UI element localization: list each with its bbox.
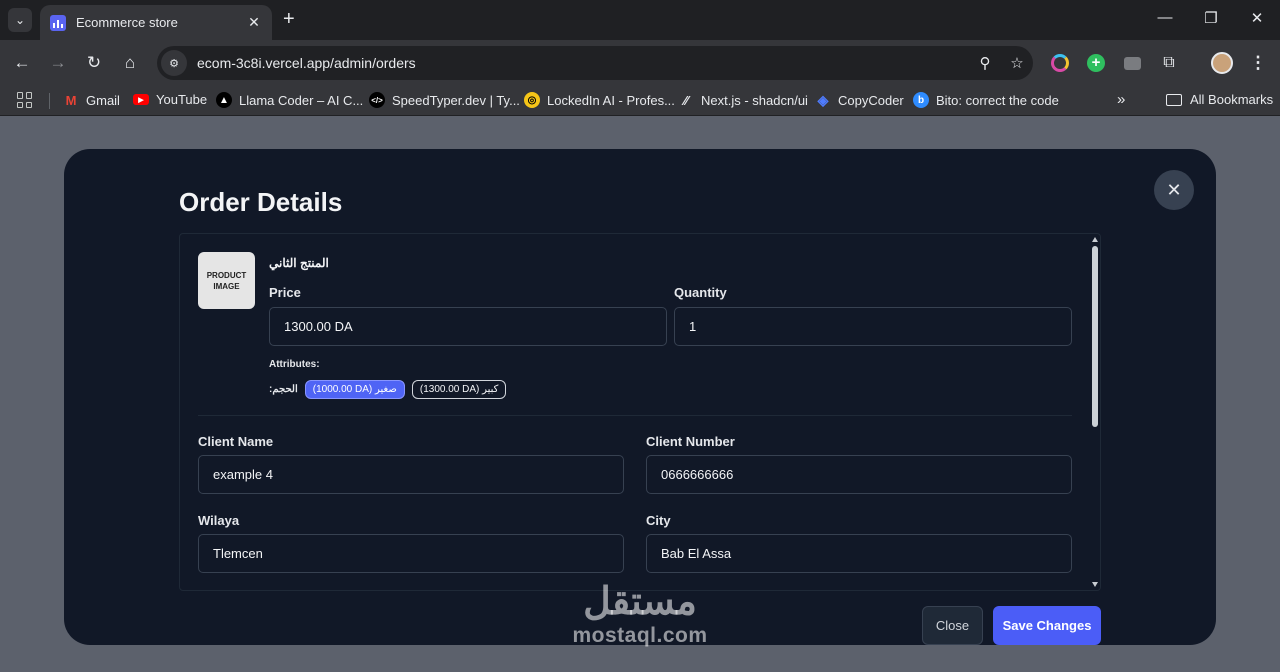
modal-close-icon[interactable]: ✕ — [1154, 170, 1194, 210]
client-name-label: Client Name — [198, 434, 274, 449]
address-bar[interactable]: ⚙ ecom-3c8i.vercel.app/admin/orders ⚲ ☆ — [157, 46, 1033, 80]
order-scroll-panel[interactable]: PRODUCT IMAGE المنتج الثاني Price 1300.0… — [179, 233, 1101, 591]
bookmark-speedtyper[interactable]: </> SpeedTyper.dev | Ty... — [369, 92, 520, 108]
scroll-down-arrow-icon[interactable] — [1092, 582, 1098, 587]
store-favicon-icon — [50, 14, 66, 31]
llama-icon: ▲ — [216, 92, 232, 108]
bookmark-star-icon[interactable]: ☆ — [1001, 54, 1033, 72]
extensions-puzzle-icon[interactable]: ⧉ — [1160, 54, 1178, 72]
scroll-up-arrow-icon[interactable] — [1092, 237, 1098, 242]
product-image-placeholder: PRODUCT IMAGE — [198, 252, 255, 309]
quantity-label: Quantity — [674, 285, 727, 300]
minimize-icon[interactable]: — — [1155, 9, 1175, 26]
shadcn-icon: ⁄⁄ — [683, 92, 689, 108]
url-text[interactable]: ecom-3c8i.vercel.app/admin/orders — [197, 55, 969, 71]
menu-kebab-icon[interactable]: ⋮ — [1248, 53, 1268, 73]
bookmark-llama-coder[interactable]: ▲ Llama Coder – AI C... — [216, 92, 363, 108]
product-name: المنتج الثاني — [269, 256, 329, 270]
more-bookmarks-chevron-icon[interactable]: » — [1117, 91, 1125, 108]
client-number-label: Client Number — [646, 434, 735, 449]
tab-title: Ecommerce store — [76, 15, 178, 30]
lockedin-icon: ◎ — [524, 92, 540, 108]
city-input[interactable]: Bab El Assa — [646, 534, 1072, 573]
site-info-icon[interactable]: ⚙ — [161, 50, 187, 76]
price-label: Price — [269, 285, 301, 300]
back-arrow-icon[interactable]: ← — [12, 53, 32, 73]
restore-icon[interactable]: ❐ — [1201, 9, 1221, 27]
tab-close-icon[interactable]: ✕ — [246, 14, 262, 31]
section-divider — [198, 415, 1072, 416]
zoom-search-icon[interactable]: ⚲ — [969, 54, 1001, 72]
scrollbar-thumb[interactable] — [1092, 246, 1098, 427]
forward-arrow-icon[interactable]: → — [48, 53, 68, 73]
youtube-icon: ▶ — [133, 94, 149, 105]
bookmark-youtube[interactable]: ▶ YouTube — [133, 92, 207, 107]
copycoder-icon: ◈ — [817, 91, 829, 108]
city-label: City — [646, 513, 671, 528]
attribute-option-large[interactable]: (1300.00 DA) كبير — [411, 380, 507, 399]
client-name-input[interactable]: example 4 — [198, 455, 624, 494]
browser-toolbar: ← → ↻ ⌂ ⚙ ecom-3c8i.vercel.app/admin/ord… — [0, 40, 1280, 86]
modal-title: Order Details — [179, 187, 343, 217]
camera-extension-icon[interactable] — [1124, 57, 1141, 70]
new-tab-plus-icon[interactable]: + — [283, 9, 295, 29]
home-icon[interactable]: ⌂ — [120, 53, 140, 73]
bookmarks-bar: M Gmail ▶ YouTube ▲ Llama Coder – AI C... <… — [0, 86, 1280, 116]
price-input[interactable]: 1300.00 DA — [269, 307, 667, 346]
attribute-options-row: الحجم: (1000.00 DA) صغير (1300.00 DA) كب… — [269, 380, 507, 399]
color-extension-icon[interactable] — [1051, 54, 1069, 72]
attributes-label: Attributes: — [269, 359, 320, 370]
attribute-name: الحجم: — [269, 384, 298, 395]
apps-grid-icon[interactable] — [17, 92, 33, 108]
bookmark-gmail[interactable]: M Gmail — [63, 92, 120, 108]
order-details-modal: ✕ Order Details PRODUCT IMAGE المنتج الث… — [64, 149, 1216, 645]
panel-scrollbar[interactable] — [1090, 234, 1100, 590]
all-bookmarks-folder[interactable]: All Bookmarks — [1166, 92, 1273, 107]
wilaya-input[interactable]: Tlemcen — [198, 534, 624, 573]
browser-tab-bar: ⌄ Ecommerce store ✕ + — ❐ ✕ — [0, 0, 1280, 40]
client-number-input[interactable]: 0666666666 — [646, 455, 1072, 494]
browser-tab[interactable]: Ecommerce store ✕ — [40, 5, 272, 40]
add-extension-icon[interactable]: + — [1087, 54, 1105, 72]
folder-icon — [1166, 93, 1182, 106]
reload-icon[interactable]: ↻ — [84, 53, 104, 73]
attribute-option-small[interactable]: (1000.00 DA) صغير — [304, 380, 405, 399]
tab-search-dropdown-icon[interactable]: ⌄ — [8, 8, 32, 32]
gmail-icon: M — [65, 92, 77, 108]
bookmark-bito[interactable]: b Bito: correct the code — [913, 92, 1059, 108]
bookmark-copycoder[interactable]: ◈ CopyCoder — [815, 92, 904, 108]
wilaya-label: Wilaya — [198, 513, 240, 528]
bookmarks-divider — [49, 93, 50, 109]
bito-icon: b — [913, 92, 929, 108]
code-icon: </> — [369, 92, 385, 108]
save-changes-button[interactable]: Save Changes — [993, 606, 1101, 645]
window-close-icon[interactable]: ✕ — [1247, 9, 1267, 27]
quantity-input[interactable]: 1 — [674, 307, 1072, 346]
bookmark-shadcn[interactable]: ⁄⁄ Next.js - shadcn/ui — [678, 92, 808, 108]
close-button[interactable]: Close — [922, 606, 983, 645]
bookmark-lockedin[interactable]: ◎ LockedIn AI - Profes... — [524, 92, 675, 108]
profile-avatar[interactable] — [1211, 52, 1233, 74]
